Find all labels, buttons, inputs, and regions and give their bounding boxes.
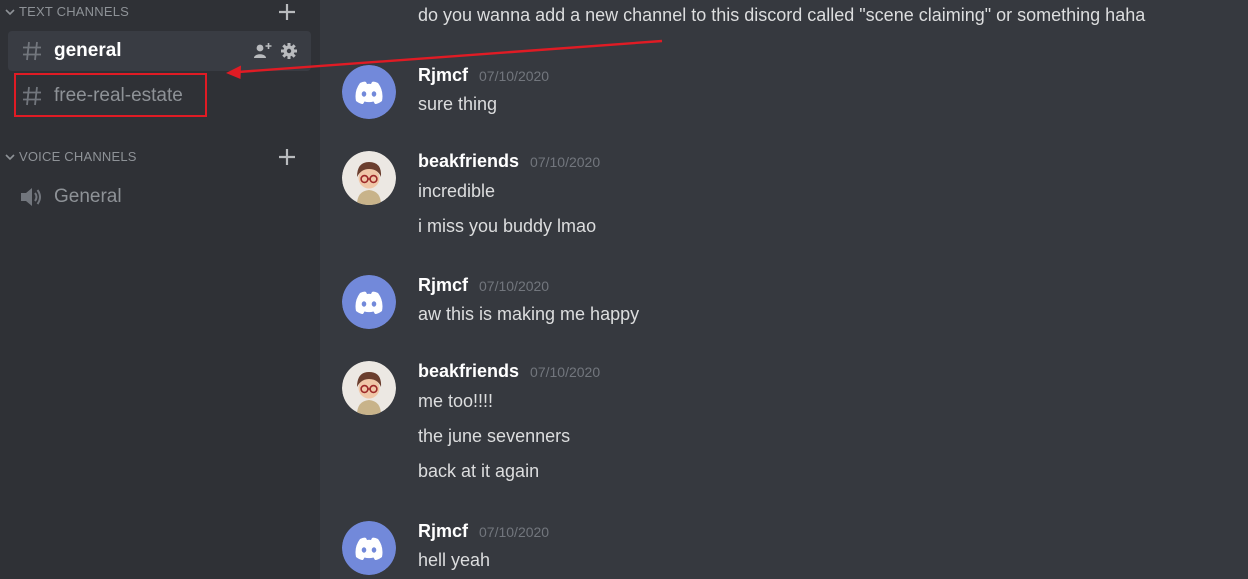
character-avatar-icon — [342, 361, 396, 415]
message-text: hell yeah — [418, 550, 491, 570]
avatar[interactable] — [342, 521, 396, 575]
channel-sidebar: TEXT CHANNELS general free-real-estate V… — [0, 0, 320, 579]
avatar[interactable] — [342, 151, 396, 205]
chat-area: do you wanna add a new channel to this d… — [320, 0, 1248, 579]
message-text: aw this is making me happy — [418, 304, 640, 324]
timestamp: 07/10/2020 — [479, 524, 550, 540]
author-name[interactable]: beakfriends — [418, 361, 519, 382]
category-label: VOICE CHANNELS — [19, 149, 137, 164]
chevron-down-icon — [5, 8, 15, 15]
category-text-channels[interactable]: TEXT CHANNELS — [4, 4, 129, 19]
author-name[interactable]: beakfriends — [418, 151, 519, 172]
invite-member-icon[interactable] — [253, 41, 273, 61]
author-name[interactable]: Rjmcf — [418, 521, 468, 542]
timestamp: 07/10/2020 — [479, 278, 550, 294]
gear-icon[interactable] — [279, 41, 299, 61]
timestamp: 07/10/2020 — [530, 154, 601, 170]
hash-icon — [23, 41, 41, 61]
timestamp: 07/10/2020 — [530, 364, 601, 380]
avatar[interactable] — [342, 361, 396, 415]
timestamp: 07/10/2020 — [479, 68, 550, 84]
chevron-down-icon — [5, 153, 15, 160]
channel-name: General — [54, 186, 122, 207]
message-text: the june sevenners — [418, 426, 571, 446]
author-name[interactable]: Rjmcf — [418, 65, 468, 86]
character-avatar-icon — [342, 151, 396, 205]
add-channel-icon[interactable] — [277, 147, 297, 167]
avatar[interactable] — [342, 275, 396, 329]
category-label: TEXT CHANNELS — [19, 4, 129, 19]
voice-channel-general[interactable]: General — [8, 177, 311, 217]
message-text: i miss you buddy lmao — [418, 216, 597, 236]
avatar[interactable] — [342, 65, 396, 119]
channel-name: general — [54, 40, 122, 61]
message-text: sure thing — [418, 94, 498, 114]
author-name[interactable]: Rjmcf — [418, 275, 468, 296]
discord-logo-icon — [342, 521, 396, 575]
add-channel-icon[interactable] — [277, 2, 297, 22]
annotation-highlight-box — [14, 73, 207, 117]
message-text: back at it again — [418, 461, 540, 481]
message-text: me too!!!! — [418, 391, 494, 411]
channel-general[interactable]: general — [8, 31, 311, 71]
message-text: incredible — [418, 181, 496, 201]
message-text: do you wanna add a new channel to this d… — [418, 5, 1146, 25]
discord-logo-icon — [342, 275, 396, 329]
discord-logo-icon — [342, 65, 396, 119]
speaker-icon — [21, 188, 41, 206]
category-voice-channels[interactable]: VOICE CHANNELS — [4, 149, 137, 164]
